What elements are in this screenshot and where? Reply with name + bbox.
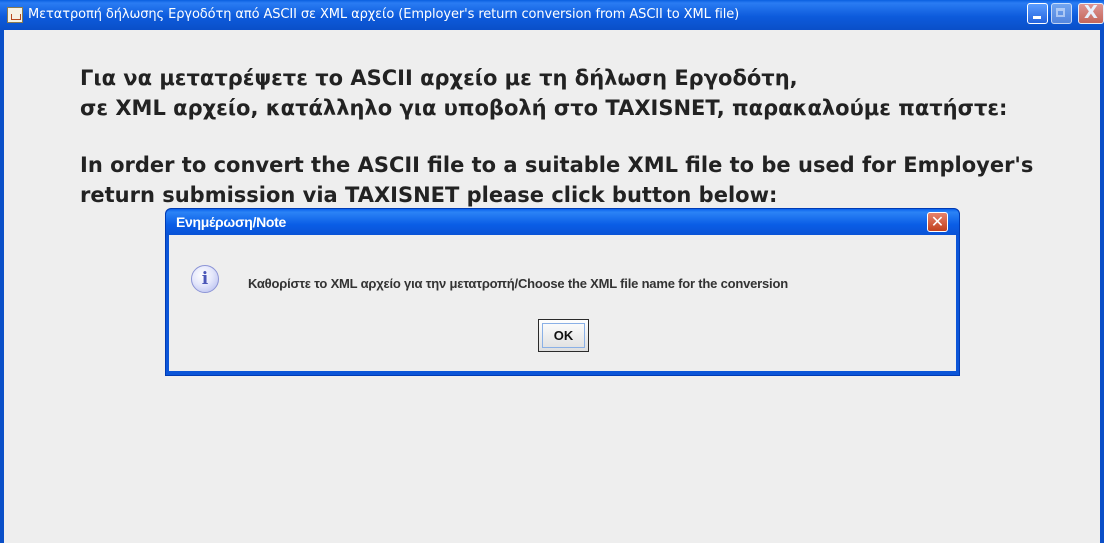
info-icon: i: [191, 265, 219, 293]
instruction-greek-line2: σε XML αρχείο, κατάλληλο για υποβολή στο…: [80, 96, 1008, 120]
window-frame-left: [0, 30, 4, 543]
window-title-bar[interactable]: Μετατροπή δήλωσης Εργοδότη από ASCII σε …: [0, 0, 1104, 30]
maximize-icon: [1056, 8, 1065, 17]
dialog-close-button[interactable]: ✕: [927, 212, 948, 232]
close-button[interactable]: X: [1078, 3, 1104, 24]
java-app-icon: [7, 7, 23, 23]
window-frame-right: [1100, 30, 1104, 543]
minimize-button[interactable]: [1027, 3, 1048, 24]
dialog-title: Ενημέρωση/Note: [176, 214, 286, 230]
window-title: Μετατροπή δήλωσης Εργοδότη από ASCII σε …: [28, 7, 740, 22]
maximize-button[interactable]: [1051, 3, 1072, 24]
dialog-body: i Καθορίστε το XML αρχείο για την μετατρ…: [169, 235, 956, 371]
instruction-english-line2: return submission via TAXISNET please cl…: [80, 183, 778, 207]
note-dialog: Ενημέρωση/Note ✕ i Καθορίστε το XML αρχε…: [165, 208, 960, 376]
dialog-title-bar[interactable]: Ενημέρωση/Note ✕: [166, 209, 959, 235]
ok-button[interactable]: OK: [538, 319, 589, 352]
minimize-icon: [1033, 16, 1041, 19]
instruction-english-line1: In order to convert the ASCII file to a …: [80, 153, 1034, 177]
dialog-message: Καθορίστε το XML αρχείο για την μετατροπ…: [248, 276, 788, 291]
instruction-greek-line1: Για να μετατρέψετε το ASCII αρχείο με τη…: [80, 66, 798, 90]
